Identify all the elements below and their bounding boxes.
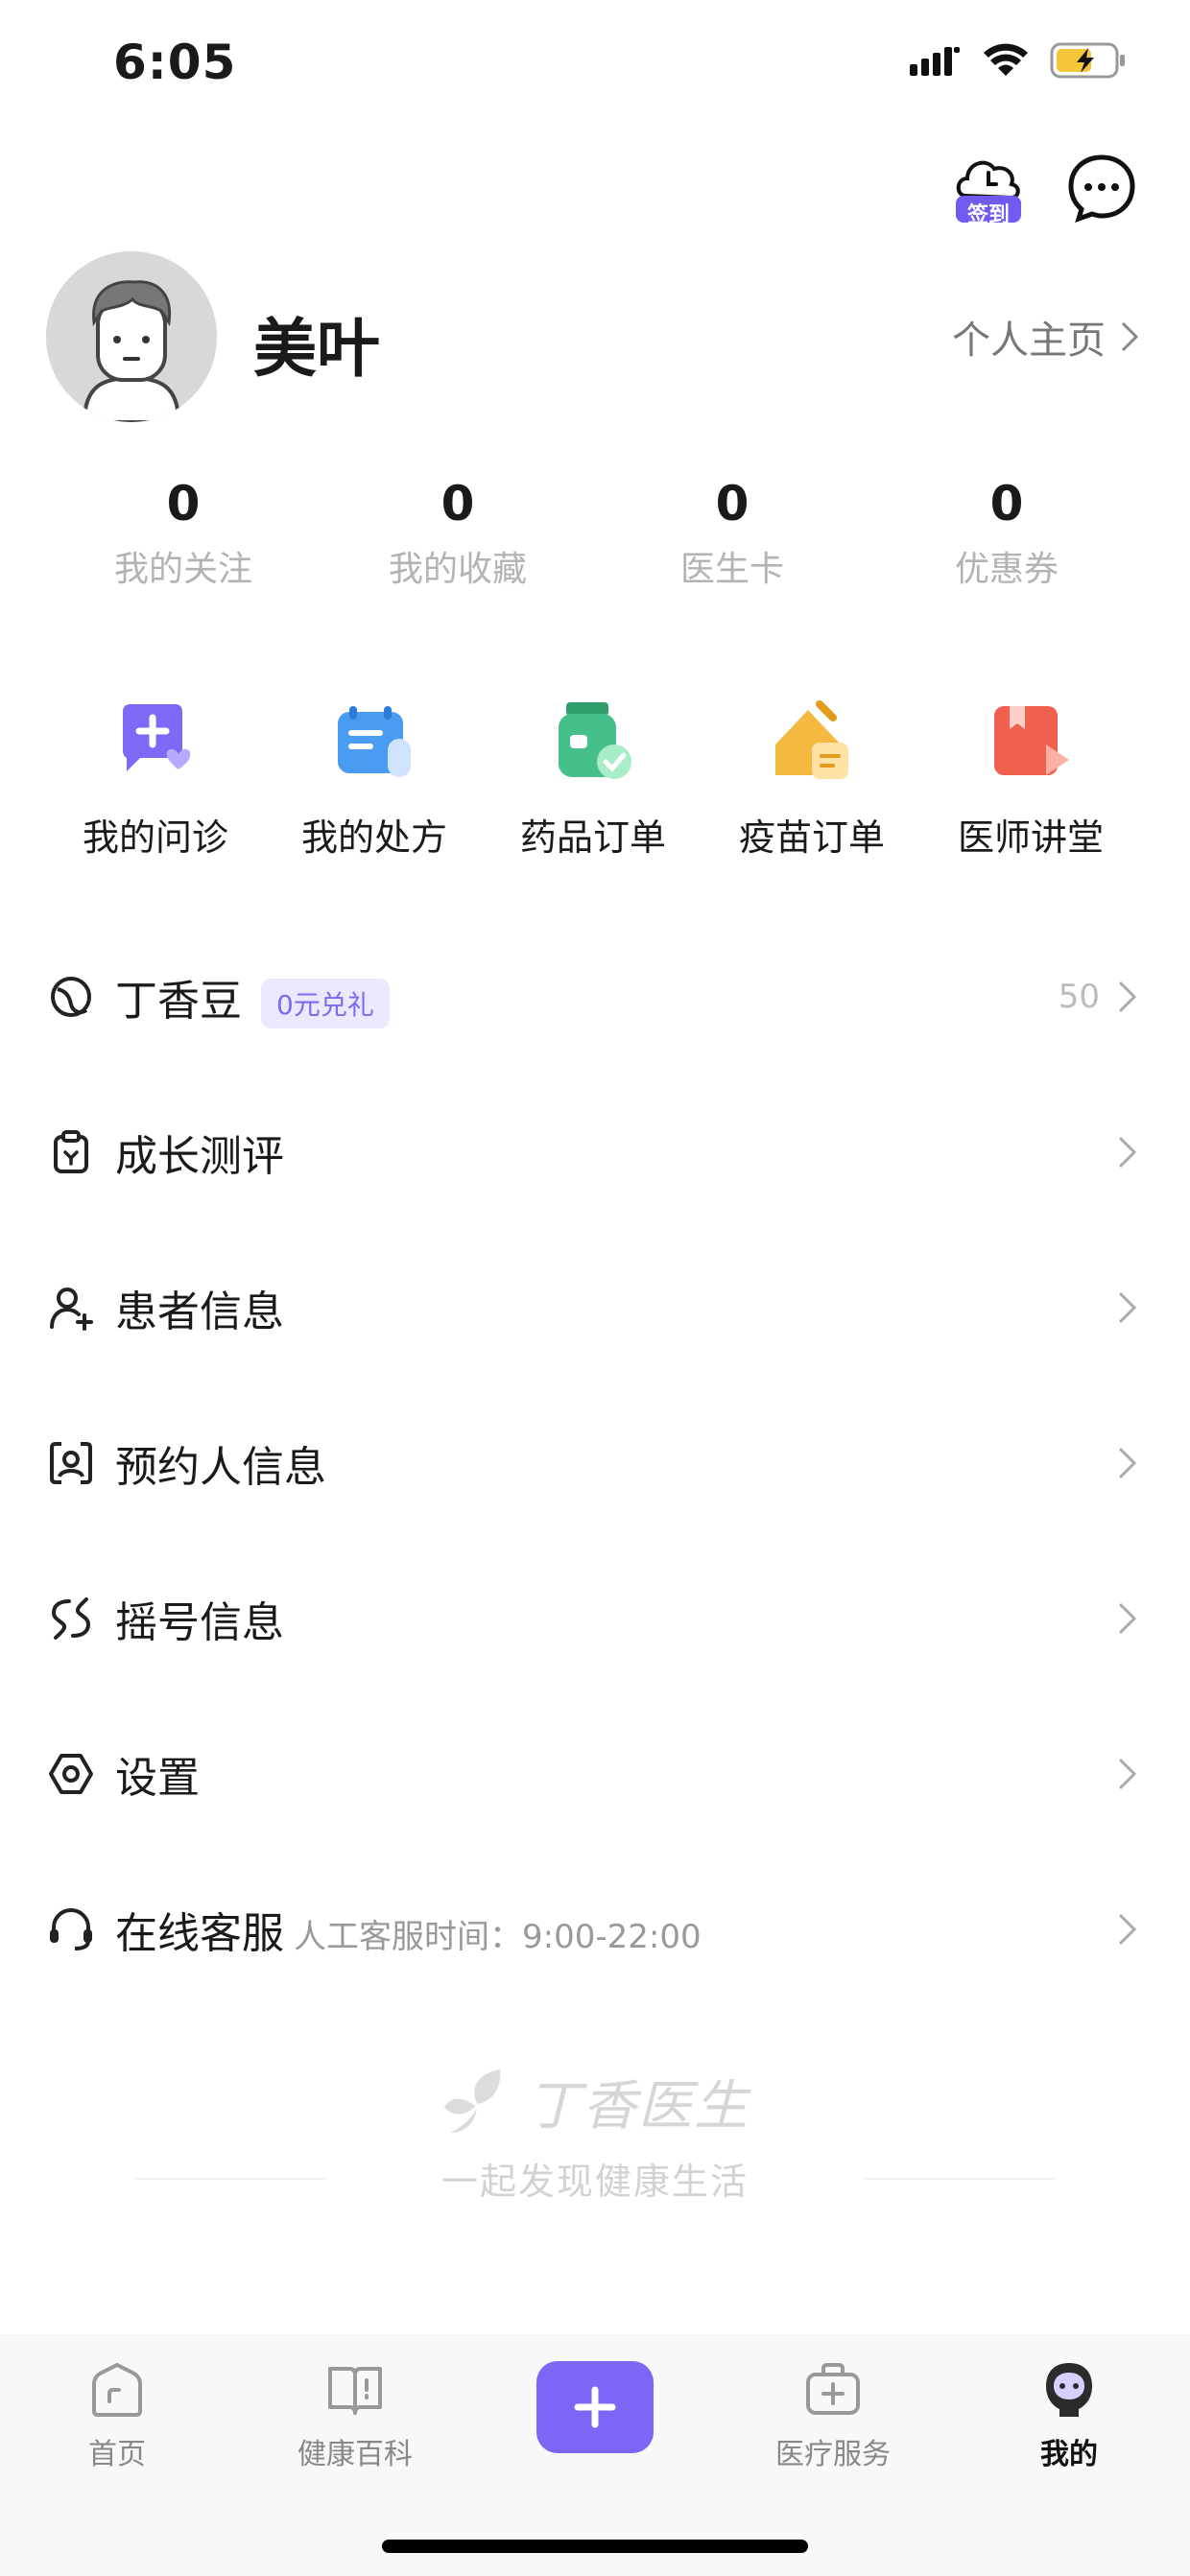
stat-value: 0 (166, 476, 201, 532)
brand-footer: 丁香医生 一起发现健康生活 (0, 2063, 1190, 2205)
chevron-right-icon (1118, 1913, 1137, 1946)
add-user-icon (50, 1288, 93, 1331)
chevron-right-icon (1118, 1291, 1137, 1324)
stats-row: 0 我的关注 0 我的收藏 0 医生卡 0 优惠券 (0, 470, 1190, 591)
tab-medical-services[interactable]: 医疗服务 (737, 2359, 929, 2472)
redeem-badge[interactable]: 0元兑礼 (261, 978, 390, 1028)
chat-bubble-icon (1068, 154, 1135, 224)
stat-value: 0 (440, 476, 475, 532)
menu-item-settings[interactable]: 设置 (0, 1696, 1190, 1852)
wifi-icon (984, 43, 1028, 76)
avatar[interactable] (46, 251, 217, 422)
chevron-right-icon (1118, 1447, 1137, 1479)
stat-coupons[interactable]: 0 优惠券 (869, 470, 1144, 591)
contact-card-icon (50, 1442, 92, 1484)
homepage-link[interactable]: 个人主页 (952, 309, 1140, 365)
menu-item-lottery[interactable]: 摇号信息 (0, 1541, 1190, 1696)
chevron-right-icon (1121, 321, 1139, 352)
quick-lecture[interactable]: 医师讲堂 (921, 700, 1140, 861)
profile-icon (1046, 2363, 1092, 2417)
menu-list: 丁香豆 0元兑礼 50 成长测评 患者信息 预约人信息 摇号信息 设置 在线客服… (0, 919, 1190, 2007)
tab-label: 我的 (1040, 2438, 1098, 2471)
headset-icon (50, 1907, 92, 1950)
quick-label: 疫苗订单 (738, 816, 885, 859)
username: 美叶 (253, 312, 380, 386)
chevron-right-icon (1118, 981, 1137, 1013)
status-icons (910, 42, 1127, 79)
stat-value: 0 (989, 476, 1024, 532)
chevron-right-icon (1118, 1758, 1137, 1790)
stat-label: 我的收藏 (388, 550, 527, 589)
divider (864, 2177, 1056, 2180)
beans-count: 50 (1058, 978, 1100, 1016)
menu-item-customer-service[interactable]: 在线客服 人工客服时间：9:00-22:00 (0, 1852, 1190, 2007)
book-icon (328, 2367, 382, 2415)
tab-encyclopedia[interactable]: 健康百科 (259, 2359, 451, 2472)
stat-following[interactable]: 0 我的关注 (46, 470, 321, 591)
quick-label: 药品订单 (519, 816, 666, 859)
signal-icon (910, 47, 960, 76)
lecture-icon (994, 706, 1069, 775)
battery-icon (1050, 42, 1125, 79)
menu-item-appointment[interactable]: 预约人信息 (0, 1385, 1190, 1541)
quick-entries: 我的问诊 我的处方 药品订单 疫苗订单 医师讲堂 (0, 700, 1190, 861)
tab-home[interactable]: 首页 (21, 2359, 213, 2472)
menu-label: 丁香豆 (115, 976, 242, 1026)
quick-drug-order[interactable]: 药品订单 (484, 700, 702, 861)
avatar-icon (46, 251, 217, 422)
clove-logo-icon (444, 2068, 501, 2133)
quick-vaccine-order[interactable]: 疫苗订单 (702, 700, 921, 861)
chevron-right-icon (1118, 1136, 1137, 1169)
brand-name: 丁香医生 (527, 2075, 750, 2138)
prescription-icon (338, 706, 411, 777)
menu-label: 预约人信息 (115, 1443, 326, 1492)
menu-label: 在线客服 (115, 1909, 284, 1958)
message-button[interactable] (1067, 154, 1136, 224)
menu-item-dingxiang-beans[interactable]: 丁香豆 0元兑礼 50 (0, 919, 1190, 1075)
brand-slogan: 一起发现健康生活 (440, 2161, 749, 2203)
lottery-icon (51, 1597, 91, 1640)
tab-label: 健康百科 (298, 2438, 413, 2471)
menu-label: 成长测评 (115, 1132, 284, 1181)
menu-label: 患者信息 (115, 1288, 284, 1336)
tab-mine[interactable]: 我的 (973, 2359, 1165, 2472)
plus-icon (574, 2386, 616, 2428)
menu-label: 设置 (115, 1754, 200, 1803)
tab-bar: 首页 健康百科 医疗服务 我的 (0, 2335, 1190, 2576)
drug-order-icon (559, 702, 631, 779)
menu-label: 摇号信息 (115, 1598, 284, 1647)
quick-prescription[interactable]: 我的处方 (265, 700, 484, 861)
stat-label: 优惠券 (954, 550, 1059, 589)
tab-label: 首页 (88, 2438, 146, 2471)
tab-label: 医疗服务 (775, 2438, 891, 2471)
quick-label: 医师讲堂 (957, 816, 1104, 859)
stat-doctor-card[interactable]: 0 医生卡 (595, 470, 869, 591)
quick-label: 我的问诊 (82, 816, 228, 859)
service-hours: 人工客服时间：9:00-22:00 (294, 1918, 702, 1956)
add-button[interactable] (536, 2361, 654, 2453)
home-icon (92, 2362, 142, 2417)
bean-icon (51, 977, 91, 1017)
stat-label: 医生卡 (679, 550, 784, 589)
divider (133, 2177, 326, 2180)
stat-value: 0 (715, 476, 750, 532)
medical-kit-icon (806, 2363, 860, 2415)
menu-item-growth[interactable]: 成长测评 (0, 1075, 1190, 1230)
quick-consultation[interactable]: 我的问诊 (46, 700, 265, 861)
consultation-icon (123, 704, 191, 771)
quick-label: 我的处方 (300, 816, 447, 859)
chevron-right-icon (1118, 1602, 1137, 1635)
vaccine-order-icon (775, 700, 848, 779)
stat-label: 我的关注 (113, 550, 252, 589)
checkin-label: 签到 (966, 203, 1010, 227)
menu-item-patient[interactable]: 患者信息 (0, 1230, 1190, 1385)
homepage-label: 个人主页 (952, 319, 1106, 363)
stat-favorites[interactable]: 0 我的收藏 (321, 470, 595, 591)
checkin-button[interactable]: 签到 (952, 150, 1025, 227)
clipboard-icon (54, 1130, 88, 1173)
settings-icon (49, 1754, 93, 1794)
home-indicator (382, 2540, 808, 2553)
status-time: 6:05 (113, 35, 237, 90)
